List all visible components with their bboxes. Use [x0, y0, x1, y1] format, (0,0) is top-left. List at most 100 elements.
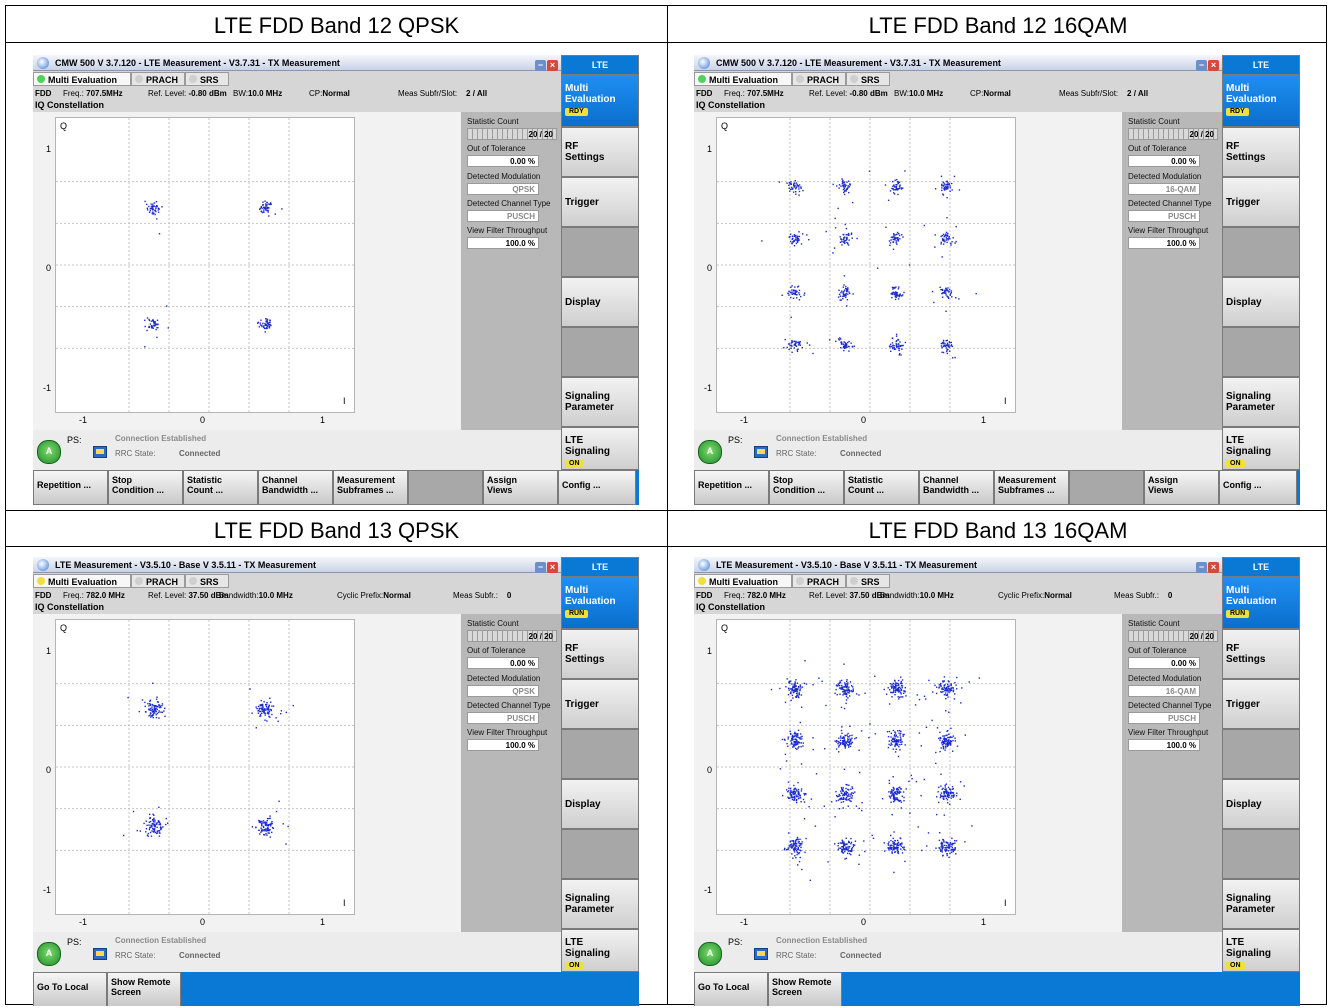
constellation-point [797, 788, 800, 791]
constellation-point [888, 791, 890, 793]
minimize-icon[interactable]: − [535, 562, 546, 573]
sidebar-signaling-parameter[interactable]: Signaling Parameter [1222, 377, 1300, 427]
constellation-point [838, 808, 841, 810]
softkey-stop-condition[interactable]: Stop Condition ... [108, 470, 183, 505]
tab-srs[interactable]: SRS [185, 574, 229, 588]
q-axis-label: Q [60, 121, 68, 131]
constellation-point [266, 202, 268, 204]
sidebar-display[interactable]: Display [561, 277, 639, 327]
sidebar-signaling-parameter[interactable]: Signaling Parameter [1222, 879, 1300, 929]
sidebar-lte-signaling[interactable]: LTE Signaling ON [561, 929, 639, 972]
sidebar-trigger[interactable]: Trigger [561, 679, 639, 729]
sidebar-trigger[interactable]: Trigger [561, 177, 639, 227]
close-icon[interactable]: × [1208, 60, 1219, 71]
softkey-go-to-local[interactable]: Go To Local [33, 972, 107, 1006]
sidebar-multi-evaluation[interactable]: Multi Evaluation RUN [1222, 577, 1300, 629]
constellation-point [847, 744, 849, 746]
constellation-point [158, 835, 161, 837]
softkey-show-remote-screen[interactable]: Show Remote Screen [768, 972, 842, 1006]
softkey-statistic-count[interactable]: Statistic Count ... [844, 470, 919, 505]
softkey-statistic-count[interactable]: Statistic Count ... [183, 470, 258, 505]
close-icon[interactable]: × [547, 60, 558, 71]
constellation-point [269, 836, 271, 838]
constellation-point [894, 734, 896, 736]
constellation-point [933, 301, 935, 304]
tab-srs[interactable]: SRS [185, 72, 229, 86]
sidebar-signaling-parameter[interactable]: Signaling Parameter [561, 377, 639, 427]
constellation-point [895, 734, 897, 736]
minimize-icon[interactable]: − [535, 60, 546, 71]
constellation-point [788, 348, 790, 350]
constellation-point [839, 693, 841, 695]
constellation-point [799, 685, 802, 687]
sidebar-multi-evaluation[interactable]: Multi Evaluation RDY [561, 75, 639, 127]
softkey-channel-bandwidth[interactable]: Channel Bandwidth ... [919, 470, 994, 505]
sidebar-rf-settings[interactable]: RF Settings [561, 127, 639, 177]
tab-multi-evaluation[interactable]: Multi Evaluation [33, 574, 131, 588]
constellation-point [903, 690, 905, 692]
softkey-measurement-subframes[interactable]: Measurement Subframes ... [994, 470, 1069, 505]
tab-label: SRS [200, 75, 219, 85]
constellation-point [847, 185, 849, 187]
softkey-assign-views[interactable]: Assign Views [1144, 470, 1219, 505]
constellation-point [153, 325, 156, 327]
sidebar-rf-settings[interactable]: RF Settings [1222, 629, 1300, 679]
constellation-point [889, 689, 891, 691]
constellation-point [951, 689, 953, 691]
constellation-point [949, 190, 951, 192]
sidebar-multi-evaluation[interactable]: Multi Evaluation RDY [1222, 75, 1300, 127]
constellation-point [160, 706, 162, 709]
constellation-point [840, 737, 842, 739]
constellation-point [797, 841, 799, 843]
tab-multi-evaluation[interactable]: Multi Evaluation [694, 72, 792, 86]
softkey-show-remote-screen[interactable]: Show Remote Screen [107, 972, 181, 1006]
status-led-icon [37, 75, 45, 83]
sidebar-signaling-parameter[interactable]: Signaling Parameter [561, 879, 639, 929]
softkey-go-to-local[interactable]: Go To Local [694, 972, 768, 1006]
tab-prach[interactable]: PRACH [792, 72, 846, 86]
sidebar-multi-evaluation[interactable]: Multi Evaluation RUN [561, 577, 639, 629]
softkey-empty [408, 470, 483, 505]
constellation-point [795, 237, 797, 239]
connection-status-bar: A PS: Connection Established RRC State: … [694, 932, 1222, 972]
tab-prach[interactable]: PRACH [131, 574, 185, 588]
sidebar-display[interactable]: Display [1222, 779, 1300, 829]
softkey-config[interactable]: Config ... [1219, 470, 1297, 505]
sidebar-lte-signaling[interactable]: LTE Signaling ON [561, 427, 639, 470]
sidebar-display[interactable]: Display [1222, 277, 1300, 327]
constellation-point [842, 691, 844, 693]
tab-prach[interactable]: PRACH [131, 72, 185, 86]
softkey-measurement-subframes[interactable]: Measurement Subframes ... [333, 470, 408, 505]
tab-srs[interactable]: SRS [846, 574, 890, 588]
sidebar-display[interactable]: Display [561, 779, 639, 829]
sidebar-lte-signaling[interactable]: LTE Signaling ON [1222, 427, 1300, 470]
ps-label: PS: [728, 435, 743, 445]
sidebar-trigger[interactable]: Trigger [1222, 679, 1300, 729]
constellation-point [796, 853, 798, 856]
constellation-point [891, 286, 894, 289]
constellation-point [903, 692, 905, 694]
channel-type-label: Detected Channel Type [1128, 701, 1212, 710]
softkey-repetition[interactable]: Repetition ... [694, 470, 769, 505]
softkey-assign-views[interactable]: Assign Views [483, 470, 558, 505]
minimize-icon[interactable]: − [1196, 562, 1207, 573]
minimize-icon[interactable]: − [1196, 60, 1207, 71]
constellation-point [891, 738, 894, 741]
softkey-channel-bandwidth[interactable]: Channel Bandwidth ... [258, 470, 333, 505]
tab-multi-evaluation[interactable]: Multi Evaluation [694, 574, 792, 588]
constellation-point [843, 193, 846, 196]
tab-prach[interactable]: PRACH [792, 574, 846, 588]
close-icon[interactable]: × [1208, 562, 1219, 573]
sidebar-trigger[interactable]: Trigger [1222, 177, 1300, 227]
close-icon[interactable]: × [547, 562, 558, 573]
tab-srs[interactable]: SRS [846, 72, 890, 86]
softkey-repetition[interactable]: Repetition ... [33, 470, 108, 505]
tab-multi-evaluation[interactable]: Multi Evaluation [33, 72, 131, 86]
softkey-config[interactable]: Config ... [558, 470, 636, 505]
constellation-point [792, 289, 795, 291]
sidebar-rf-settings[interactable]: RF Settings [1222, 127, 1300, 177]
constellation-point [892, 180, 894, 183]
softkey-stop-condition[interactable]: Stop Condition ... [769, 470, 844, 505]
sidebar-lte-signaling[interactable]: LTE Signaling ON [1222, 929, 1300, 972]
sidebar-rf-settings[interactable]: RF Settings [561, 629, 639, 679]
